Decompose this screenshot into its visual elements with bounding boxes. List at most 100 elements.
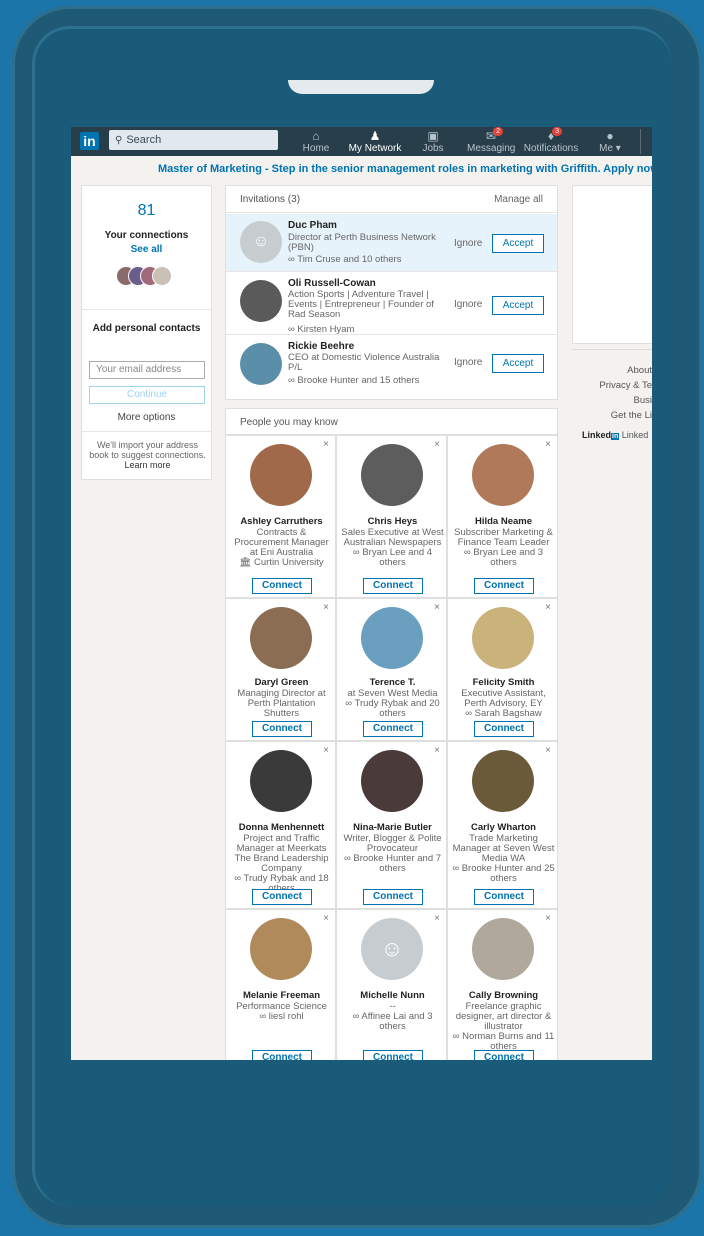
dismiss-icon[interactable]: ×	[545, 602, 551, 613]
accept-button[interactable]: Accept	[492, 296, 544, 315]
continue-button[interactable]: Continue	[89, 386, 205, 404]
learn-more-link[interactable]: Learn more	[124, 460, 170, 470]
person-description: Managing Director at Perth Plantation Sh…	[229, 689, 334, 719]
avatar[interactable]	[361, 607, 423, 669]
avatar[interactable]	[250, 444, 312, 506]
connect-button[interactable]: Connect	[252, 578, 312, 594]
avatar[interactable]	[361, 750, 423, 812]
invitation-name[interactable]: Rickie Beehre	[288, 341, 354, 352]
pymk-card: × Ashley Carruthers Contracts & Procuremen…	[225, 435, 336, 598]
invitation-mutual: ∞ Tim Cruse and 10 others	[288, 254, 401, 265]
dismiss-icon[interactable]: ×	[323, 439, 329, 450]
dismiss-icon[interactable]: ×	[545, 439, 551, 450]
connect-button[interactable]: Connect	[474, 578, 534, 594]
invitation-row: Oli Russell-Cowan Action Sports | Advent…	[226, 272, 557, 335]
person-description: -- ∞ Affinee Lai and 3 others	[340, 1002, 445, 1032]
add-contacts-heading: Add personal contacts	[82, 322, 211, 336]
person-name[interactable]: Ashley Carruthers	[228, 516, 335, 527]
see-all-link[interactable]: See all	[82, 244, 211, 255]
connect-button[interactable]: Connect	[474, 889, 534, 905]
pymk-card: × Cally Browning Freelance graphic designe…	[447, 909, 558, 1060]
connect-button[interactable]: Connect	[474, 721, 534, 737]
email-field[interactable]: Your email address	[89, 361, 205, 379]
avatar[interactable]	[472, 750, 534, 812]
person-name[interactable]: Cally Browning	[450, 990, 557, 1001]
tablet-speaker	[288, 80, 434, 94]
footer-link-privacy[interactable]: Privacy & Te	[572, 378, 652, 393]
footer-link-business[interactable]: Busi	[572, 393, 652, 408]
nav-jobs[interactable]: ▣ Jobs	[420, 129, 446, 154]
person-description: Sales Executive at West Australian Newsp…	[340, 528, 445, 568]
accept-button[interactable]: Accept	[492, 354, 544, 373]
nav-my-network[interactable]: ♟ My Network	[347, 129, 403, 154]
ignore-button[interactable]: Ignore	[454, 357, 482, 368]
avatar[interactable]	[472, 607, 534, 669]
dismiss-icon[interactable]: ×	[545, 745, 551, 756]
avatar[interactable]: ☺	[361, 918, 423, 980]
avatar[interactable]	[472, 918, 534, 980]
connect-button[interactable]: Connect	[363, 889, 423, 905]
avatar[interactable]	[250, 607, 312, 669]
invitation-name[interactable]: Duc Pham	[288, 220, 337, 231]
nav-network-label: My Network	[348, 143, 402, 154]
nav-home[interactable]: ⌂ Home	[301, 129, 331, 154]
avatar[interactable]	[250, 750, 312, 812]
promo-banner[interactable]: Master of Marketing - Step in the senior…	[71, 161, 652, 177]
dismiss-icon[interactable]: ×	[323, 745, 329, 756]
accept-button[interactable]: Accept	[492, 234, 544, 253]
person-name[interactable]: Melanie Freeman	[228, 990, 335, 1001]
ignore-button[interactable]: Ignore	[454, 299, 482, 310]
avatar[interactable]	[240, 280, 282, 322]
connect-button[interactable]: Connect	[252, 1050, 312, 1060]
connect-button[interactable]: Connect	[363, 578, 423, 594]
dismiss-icon[interactable]: ×	[434, 745, 440, 756]
person-description: at Seven West Media ∞ Trudy Rybak and 20 …	[340, 689, 445, 719]
dismiss-icon[interactable]: ×	[323, 913, 329, 924]
dismiss-icon[interactable]: ×	[434, 439, 440, 450]
nav-me[interactable]: ● Me ▾	[598, 129, 622, 154]
more-options-link[interactable]: More options	[82, 412, 211, 423]
person-name[interactable]: Carly Wharton	[450, 822, 557, 833]
linkedin-logo[interactable]: in	[80, 132, 99, 150]
avatar[interactable]	[472, 444, 534, 506]
dismiss-icon[interactable]: ×	[434, 602, 440, 613]
connect-button[interactable]: Connect	[252, 889, 312, 905]
avatar[interactable]	[250, 918, 312, 980]
avatar[interactable]: ☺	[240, 221, 282, 263]
dismiss-icon[interactable]: ×	[434, 913, 440, 924]
connect-button[interactable]: Connect	[363, 1050, 423, 1060]
nav-notifications[interactable]: ♦ 3 Notifications	[520, 127, 582, 154]
nav-jobs-label: Jobs	[422, 143, 444, 154]
footer-links: About Privacy & Te Busi Get the Li	[572, 363, 652, 423]
person-name[interactable]: Michelle Nunn	[339, 990, 446, 1001]
person-name[interactable]: Donna Menhennett	[228, 822, 335, 833]
avatar[interactable]	[361, 444, 423, 506]
person-headline: Contracts & Procurement Manager at Eni A…	[234, 527, 329, 558]
footer-link-about[interactable]: About	[572, 363, 652, 378]
bell-icon: ♦	[547, 129, 555, 143]
person-name[interactable]: Nina-Marie Butler	[339, 822, 446, 833]
person-name[interactable]: Chris Heys	[339, 516, 446, 527]
person-name[interactable]: Felicity Smith	[450, 677, 557, 688]
connect-button[interactable]: Connect	[252, 721, 312, 737]
person-name[interactable]: Hilda Neame	[450, 516, 557, 527]
dismiss-icon[interactable]: ×	[323, 602, 329, 613]
footer-link-app[interactable]: Get the Li	[572, 408, 652, 423]
person-placeholder-icon: ☺	[252, 233, 270, 250]
person-name[interactable]: Terence T.	[339, 677, 446, 688]
connections-count[interactable]: 81	[82, 202, 211, 220]
person-name[interactable]: Daryl Green	[228, 677, 335, 688]
manage-all-link[interactable]: Manage all	[494, 186, 543, 213]
invitation-name[interactable]: Oli Russell-Cowan	[288, 278, 376, 289]
nav-messaging[interactable]: ✉ 2 Messaging	[467, 127, 515, 154]
person-headline: Managing Director at Perth Plantation Sh…	[237, 688, 326, 719]
connect-button[interactable]: Connect	[363, 721, 423, 737]
add-contacts-text: Add personal contacts	[92, 323, 201, 334]
person-placeholder-icon: ☺	[380, 936, 404, 961]
connect-button[interactable]: Connect	[474, 1050, 534, 1060]
pymk-card: × Donna Menhennett Project and Traffic Man…	[225, 741, 336, 909]
avatar[interactable]	[240, 343, 282, 385]
ignore-button[interactable]: Ignore	[454, 238, 482, 249]
search-input[interactable]: ⚲ Search	[109, 130, 278, 150]
dismiss-icon[interactable]: ×	[545, 913, 551, 924]
